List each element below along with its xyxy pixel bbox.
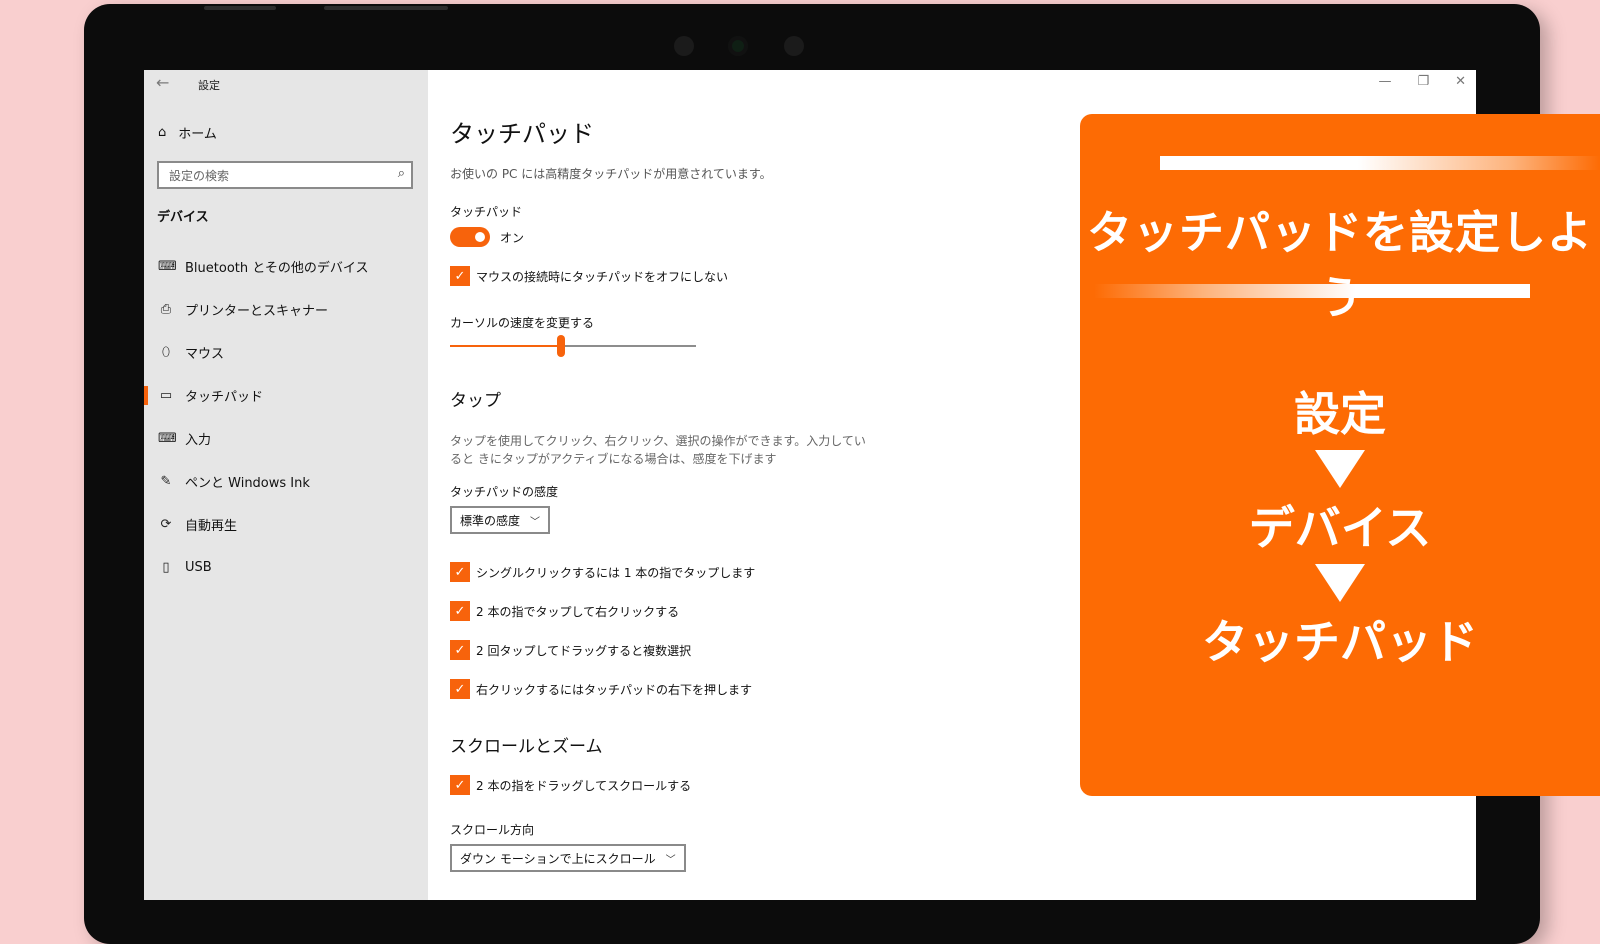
- tap-option-row[interactable]: ✓ 2 回タップしてドラッグすると複数選択: [450, 640, 691, 660]
- checkbox-checked-icon[interactable]: ✓: [450, 601, 470, 621]
- sidebar-item-autoplay[interactable]: ⟳ 自動再生: [144, 503, 428, 546]
- close-button[interactable]: ✕: [1455, 74, 1466, 89]
- device-nav-list: ⌨ Bluetooth とその他のデバイス ⎙ プリンターとスキャナー ⬯ マウ…: [144, 245, 428, 589]
- instruction-card: タッチパッドを設定しよう 設定 デバイス タッチパッド: [1080, 114, 1600, 796]
- slider-fill: [450, 345, 561, 347]
- checkbox-label: マウスの接続時にタッチパッドをオフにしない: [476, 269, 729, 284]
- scroll-direction-value: ダウン モーションで上にスクロール: [460, 851, 656, 866]
- mouse-icon: ⬯: [161, 345, 171, 360]
- home-link[interactable]: ⌂ ホーム: [158, 123, 217, 142]
- sensitivity-dropdown[interactable]: 標準の感度 ﹀: [450, 506, 551, 534]
- sidebar-item-label: プリンターとスキャナー: [185, 304, 329, 319]
- step-touchpad: タッチパッド: [1202, 615, 1478, 669]
- touchpad-toggle-row: オン: [450, 227, 524, 247]
- tap-description: タップを使用してクリック、右クリック、選択の操作ができます。入力していると きに…: [450, 434, 866, 466]
- decorative-bar: [1094, 284, 1530, 298]
- touchpad-toggle[interactable]: [450, 227, 490, 247]
- sidebar-item-label: ペンと Windows Ink: [185, 476, 310, 491]
- sidebar-item-label: 入力: [185, 433, 212, 448]
- scroll-direction-dropdown[interactable]: ダウン モーションで上にスクロール ﹀: [450, 844, 686, 872]
- page-title: タッチパッド: [450, 120, 594, 148]
- home-icon: ⌂: [158, 125, 167, 140]
- arrow-down-icon: [1315, 450, 1365, 488]
- step-settings: 設定: [1294, 387, 1386, 441]
- home-label: ホーム: [178, 127, 217, 142]
- card-headline: タッチパッドを設定しよう: [1086, 206, 1593, 324]
- slider-thumb[interactable]: [556, 335, 565, 357]
- camera-sensor: [784, 36, 804, 56]
- sidebar-item-usb[interactable]: ▯ USB: [144, 546, 428, 589]
- window-controls: — ❐ ✕: [1378, 74, 1466, 89]
- title-bar: ← 設定: [144, 70, 428, 102]
- sidebar-item-label: マウス: [185, 347, 225, 362]
- camera-lens: [728, 36, 748, 56]
- sidebar-item-label: Bluetooth とその他のデバイス: [185, 261, 369, 276]
- sidebar-item-pen[interactable]: ✎ ペンと Windows Ink: [144, 460, 428, 503]
- keyboard-icon: ⌨: [158, 431, 177, 446]
- tablet-button: [324, 6, 448, 10]
- sidebar-item-bluetooth[interactable]: ⌨ Bluetooth とその他のデバイス: [144, 245, 428, 288]
- toggle-state: オン: [500, 230, 525, 245]
- page-description: お使いの PC には高精度タッチパッドが用意されています。: [450, 167, 772, 181]
- cursor-speed-label: カーソルの速度を変更する: [450, 316, 595, 330]
- minimize-button[interactable]: —: [1378, 74, 1391, 89]
- checkbox-checked-icon[interactable]: ✓: [450, 640, 470, 660]
- step-devices: デバイス: [1248, 501, 1432, 555]
- pen-icon: ✎: [160, 474, 172, 489]
- sidebar-item-printers[interactable]: ⎙ プリンターとスキャナー: [144, 288, 428, 331]
- camera-sensor: [674, 36, 694, 56]
- tap-option-row[interactable]: ✓ 右クリックするにはタッチパッドの右下を押します: [450, 679, 752, 699]
- search-input[interactable]: 設定の検索 ⌕: [157, 161, 413, 189]
- checkbox-label: 2 回タップしてドラッグすると複数選択: [476, 643, 692, 658]
- search-placeholder: 設定の検索: [169, 169, 230, 183]
- sensitivity-value: 標準の感度: [460, 513, 521, 528]
- checkbox-checked-icon[interactable]: ✓: [450, 266, 470, 286]
- checkbox-label: 右クリックするにはタッチパッドの右下を押します: [476, 682, 753, 697]
- sidebar-item-label: 自動再生: [185, 519, 238, 534]
- checkbox-label: シングルクリックするには 1 本の指でタップします: [476, 565, 756, 580]
- chevron-down-icon: ﹀: [665, 854, 676, 866]
- chevron-down-icon: ﹀: [530, 516, 541, 528]
- tablet-button: [204, 6, 276, 10]
- autoplay-icon: ⟳: [160, 517, 172, 532]
- sidebar-item-touchpad[interactable]: ▭ タッチパッド: [144, 374, 428, 417]
- checkbox-checked-icon[interactable]: ✓: [450, 679, 470, 699]
- sensitivity-label: タッチパッドの感度: [450, 485, 559, 499]
- sidebar-item-mouse[interactable]: ⬯ マウス: [144, 331, 428, 374]
- cursor-speed-slider[interactable]: [450, 335, 696, 357]
- checkbox-checked-icon[interactable]: ✓: [450, 775, 470, 795]
- decorative-bar: [1160, 156, 1600, 170]
- scroll-option-row[interactable]: ✓ 2 本の指をドラッグしてスクロールする: [450, 775, 691, 795]
- checkbox-label: 2 本の指でタップして右クリックする: [476, 604, 680, 619]
- printer-icon: ⎙: [160, 302, 172, 317]
- scroll-direction-label: スクロール方向: [450, 823, 535, 837]
- sidebar-item-label: USB: [185, 560, 212, 575]
- back-arrow-icon[interactable]: ←: [156, 73, 169, 92]
- touchpad-icon: ▭: [159, 388, 173, 403]
- tap-option-row[interactable]: ✓ 2 本の指でタップして右クリックする: [450, 601, 679, 621]
- arrow-down-icon: [1315, 564, 1365, 602]
- tap-option-row[interactable]: ✓ シングルクリックするには 1 本の指でタップします: [450, 562, 755, 582]
- sidebar-item-typing[interactable]: ⌨ 入力: [144, 417, 428, 460]
- touchpad-toggle-label: タッチパッド: [450, 205, 523, 219]
- scroll-heading: スクロールとズーム: [450, 737, 603, 757]
- section-title: デバイス: [157, 210, 209, 225]
- leave-on-checkbox-row[interactable]: ✓ マウスの接続時にタッチパッドをオフにしない: [450, 266, 728, 286]
- search-icon[interactable]: ⌕: [398, 166, 405, 181]
- usb-icon: ▯: [162, 560, 170, 575]
- navigation-steps: 設定 デバイス タッチパッド: [1080, 384, 1600, 672]
- bluetooth-devices-icon: ⌨: [158, 259, 177, 274]
- tap-heading: タップ: [450, 391, 501, 411]
- checkbox-label: 2 本の指をドラッグしてスクロールする: [476, 778, 692, 793]
- restore-button[interactable]: ❐: [1417, 74, 1429, 89]
- checkbox-checked-icon[interactable]: ✓: [450, 562, 470, 582]
- app-title: 設定: [198, 79, 220, 92]
- sidebar-item-label: タッチパッド: [185, 390, 264, 405]
- sidebar: ← 設定 ⌂ ホーム 設定の検索 ⌕ デバイス ⌨ Bluetooth とその他…: [144, 70, 428, 900]
